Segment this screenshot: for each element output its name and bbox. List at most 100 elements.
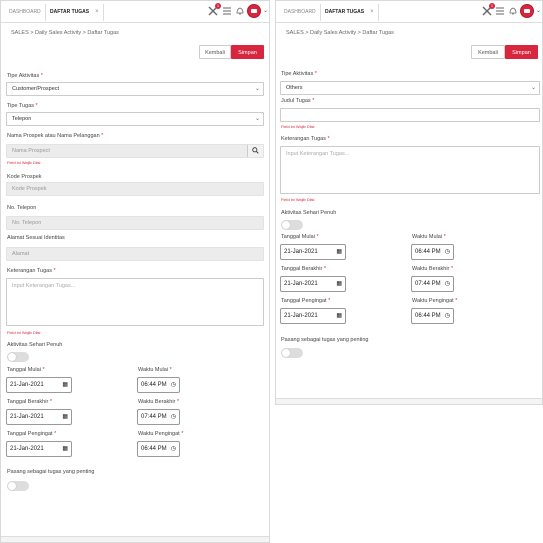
kode-prospek-label: Kode Prospek <box>7 174 42 180</box>
tab-daftar-tugas-label: DAFTAR TUGAS <box>50 9 90 15</box>
bell-icon[interactable] <box>235 6 245 16</box>
tanggal-pengingat-input[interactable]: 21-Jan-2021 ▦ <box>6 441 72 457</box>
waktu-mulai-input[interactable]: 06:44 PM ◷ <box>137 377 180 393</box>
calendar-icon[interactable]: ▦ <box>62 442 68 456</box>
calendar-icon[interactable]: ▦ <box>62 378 68 392</box>
calendar-icon[interactable]: ▦ <box>336 245 342 259</box>
close-tab-icon[interactable]: × <box>95 9 99 15</box>
tipe-aktivitas-select[interactable]: Customer/Prospect ⌄ <box>6 82 264 96</box>
chevron-down-icon: ⌄ <box>530 85 536 91</box>
keterangan-error-text: Field ini Wajib Diisi <box>7 330 41 335</box>
chevron-down-icon[interactable]: ⌄ <box>263 7 268 14</box>
pasang-label: Pasang sebagai tugas yang penting <box>7 469 95 475</box>
alamat-label: Alamat Sesuai Identitas <box>7 235 65 241</box>
tanggal-berakhir-input[interactable]: 21-Jan-2021 ▦ <box>280 276 346 292</box>
breadcrumb: SALES > Daily Sales Activity > Daftar Tu… <box>286 30 394 36</box>
tools-icon[interactable]: 1 <box>482 3 495 16</box>
tab-daftar-tugas[interactable]: DAFTAR TUGAS × <box>45 4 104 21</box>
menu-icon[interactable] <box>495 6 505 16</box>
tipe-tugas-label: Tipe Tugas * <box>7 103 38 109</box>
waktu-berakhir-input[interactable]: 07:44 PM ◷ <box>411 276 454 292</box>
tab-daftar-tugas-label: DAFTAR TUGAS <box>325 9 365 15</box>
clock-icon[interactable]: ◷ <box>445 245 450 259</box>
chevron-down-icon: ⌄ <box>254 86 260 92</box>
tab-daftar-tugas[interactable]: DAFTAR TUGAS × <box>320 4 379 21</box>
chevron-down-icon[interactable]: ⌄ <box>536 7 541 14</box>
clock-icon[interactable]: ◷ <box>171 410 176 424</box>
notification-badge: 1 <box>215 3 221 9</box>
alamat-input[interactable]: Alamat <box>6 247 264 261</box>
top-bar: DASHBOARD DAFTAR TUGAS × 1 ⌄ <box>1 1 269 23</box>
clock-icon[interactable]: ◷ <box>445 277 450 291</box>
tools-icon[interactable]: 1 <box>208 3 221 16</box>
waktu-mulai-input[interactable]: 06:44 PM ◷ <box>411 244 454 260</box>
pasang-toggle[interactable] <box>281 348 303 358</box>
tipe-aktivitas-label: Tipe Aktivitas * <box>7 73 43 79</box>
tipe-aktivitas-label: Tipe Aktivitas * <box>281 71 317 77</box>
waktu-pengingat-label: Waktu Pengingat * <box>138 431 184 437</box>
tanggal-berakhir-label: Tanggal Berakhir * <box>281 266 326 272</box>
keterangan-textarea[interactable]: Input Keterangan Tugas... <box>280 146 540 194</box>
judul-label: Judul Tugas * <box>281 98 315 104</box>
nama-error-text: Field ini Wajib Diisi <box>7 160 41 165</box>
calendar-icon[interactable]: ▦ <box>336 277 342 291</box>
tipe-tugas-select[interactable]: Telepon ⌄ <box>6 112 264 126</box>
no-telepon-label: No. Telepon <box>7 205 37 211</box>
tanggal-pengingat-label: Tanggal Pengingat * <box>7 431 57 437</box>
waktu-pengingat-input[interactable]: 06:44 PM ◷ <box>411 308 454 324</box>
keterangan-error-text: Field ini Wajib Diisi <box>281 197 315 202</box>
left-panel: DASHBOARD DAFTAR TUGAS × 1 ⌄ SALES > Dail… <box>0 0 270 543</box>
footer-bar <box>1 536 269 542</box>
tab-dashboard[interactable]: DASHBOARD <box>5 4 45 21</box>
tanggal-mulai-label: Tanggal Mulai * <box>281 234 319 240</box>
waktu-berakhir-input[interactable]: 07:44 PM ◷ <box>137 409 180 425</box>
chevron-down-icon: ⌄ <box>254 116 260 122</box>
keterangan-label: Keterangan Tugas * <box>7 268 56 274</box>
nama-prospek-label: Nama Prospek atau Nama Pelanggan * <box>7 133 104 139</box>
tanggal-mulai-input[interactable]: 21-Jan-2021 ▦ <box>280 244 346 260</box>
back-button[interactable]: Kembali <box>471 45 505 59</box>
aktivitas-toggle[interactable] <box>281 220 303 230</box>
search-icon[interactable] <box>247 145 263 157</box>
tab-dashboard[interactable]: DASHBOARD <box>280 4 320 21</box>
clock-icon[interactable]: ◷ <box>171 442 176 456</box>
waktu-pengingat-input[interactable]: 06:44 PM ◷ <box>137 441 180 457</box>
aktivitas-label: Aktivitas Sehari Penuh <box>281 210 337 216</box>
clock-icon[interactable]: ◷ <box>171 378 176 392</box>
breadcrumb: SALES > Daily Sales Activity > Daftar Tu… <box>11 30 119 36</box>
close-tab-icon[interactable]: × <box>370 9 374 15</box>
back-button[interactable]: Kembali <box>199 45 231 59</box>
aktivitas-toggle[interactable] <box>7 352 29 362</box>
pasang-label: Pasang sebagai tugas yang penting <box>281 337 369 343</box>
tanggal-pengingat-input[interactable]: 21-Jan-2021 ▦ <box>280 308 346 324</box>
pasang-toggle[interactable] <box>7 481 29 491</box>
calendar-icon[interactable]: ▦ <box>336 309 342 323</box>
judul-input[interactable] <box>280 108 540 122</box>
kode-prospek-input[interactable]: Kode Prospek <box>6 182 264 196</box>
tanggal-pengingat-label: Tanggal Pengingat * <box>281 298 331 304</box>
aktivitas-label: Aktivitas Sehari Penuh <box>7 342 63 348</box>
avatar[interactable] <box>247 4 261 18</box>
tab-dashboard-label: DASHBOARD <box>9 9 41 15</box>
menu-icon[interactable] <box>222 6 232 16</box>
avatar[interactable] <box>520 4 534 18</box>
tipe-aktivitas-select[interactable]: Others ⌄ <box>280 81 540 95</box>
tab-dashboard-label: DASHBOARD <box>284 9 316 15</box>
tanggal-mulai-label: Tanggal Mulai * <box>7 367 45 373</box>
keterangan-textarea[interactable]: Input Keterangan Tugas... <box>6 278 264 326</box>
tanggal-mulai-input[interactable]: 21-Jan-2021 ▦ <box>6 377 72 393</box>
waktu-mulai-label: Waktu Mulai * <box>412 234 446 240</box>
tanggal-berakhir-input[interactable]: 21-Jan-2021 ▦ <box>6 409 72 425</box>
save-button[interactable]: Simpan <box>231 45 264 59</box>
no-telepon-input[interactable]: No. Telepon <box>6 216 264 230</box>
nama-prospek-input[interactable]: Nama Prospect <box>6 144 264 158</box>
clock-icon[interactable]: ◷ <box>445 309 450 323</box>
save-button[interactable]: Simpan <box>505 45 538 59</box>
footer-bar <box>276 398 542 404</box>
calendar-icon[interactable]: ▦ <box>62 410 68 424</box>
tanggal-berakhir-label: Tanggal Berakhir * <box>7 399 52 405</box>
top-bar: DASHBOARD DAFTAR TUGAS × 1 ⌄ <box>276 1 542 23</box>
waktu-mulai-label: Waktu Mulai * <box>138 367 172 373</box>
waktu-berakhir-label: Waktu Berakhir * <box>138 399 180 405</box>
bell-icon[interactable] <box>508 6 518 16</box>
